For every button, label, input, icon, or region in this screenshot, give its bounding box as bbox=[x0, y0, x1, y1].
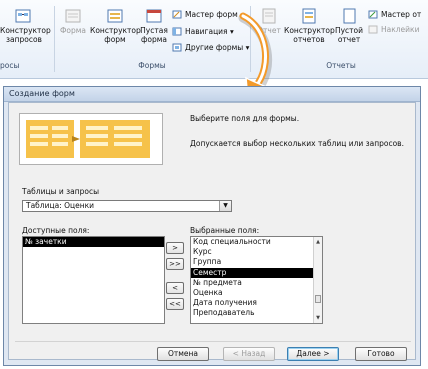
dialog-body: Выберите поля для формы. Допускается выб… bbox=[8, 102, 416, 361]
chevron-down-icon[interactable]: ▼ bbox=[219, 201, 231, 211]
wizard-illustration-icon bbox=[26, 120, 150, 158]
selected-field-item[interactable]: № предмета bbox=[191, 278, 322, 288]
more-forms-label: Другие формы bbox=[185, 43, 244, 52]
navigation-button[interactable]: Навигация ▾ bbox=[172, 27, 234, 37]
ribbon: Конструктор запросов росы Форма Конструк… bbox=[0, 0, 428, 79]
scroll-down-icon[interactable]: ▼ bbox=[314, 314, 322, 322]
button-row-divider bbox=[15, 341, 411, 342]
labels-button[interactable]: Наклейки bbox=[368, 25, 419, 35]
selected-fields-list[interactable]: Код специальности Курс Группа Семестр № пред… bbox=[190, 236, 323, 324]
available-fields-list[interactable]: № зачетки bbox=[22, 236, 165, 324]
query-designer-label: Конструктор запросов bbox=[0, 26, 51, 44]
tables-queries-value: Таблица: Оценки bbox=[26, 201, 95, 210]
blank-report-button[interactable]: Пустой отчет bbox=[334, 8, 364, 44]
tables-queries-label: Таблицы и запросы bbox=[22, 187, 100, 196]
form-button-label: Форма bbox=[59, 26, 87, 35]
add-field-button[interactable]: > bbox=[166, 242, 184, 254]
form-wizard-button[interactable]: Мастер форм bbox=[172, 10, 238, 20]
blank-form-icon bbox=[146, 9, 162, 23]
wizard-preview-image bbox=[19, 113, 163, 165]
reports-group-label: Отчеты bbox=[326, 61, 356, 70]
query-designer-button[interactable]: Конструктор запросов bbox=[0, 8, 51, 44]
report-wizard-button[interactable]: Мастер от bbox=[368, 10, 421, 20]
remove-all-fields-button[interactable]: << bbox=[166, 298, 184, 310]
queries-group-label: росы bbox=[0, 61, 20, 70]
navigation-icon bbox=[172, 27, 182, 36]
scrollbar-thumb[interactable] bbox=[315, 295, 321, 303]
form-wizard-icon bbox=[172, 10, 182, 19]
selected-fields-label: Выбранные поля: bbox=[190, 226, 260, 235]
cancel-button[interactable]: Отмена bbox=[157, 347, 209, 361]
tables-queries-select[interactable]: Таблица: Оценки ▼ bbox=[22, 200, 232, 212]
blank-report-icon bbox=[343, 8, 356, 24]
selected-field-item[interactable]: Код специальности bbox=[191, 237, 322, 247]
labels-icon bbox=[368, 25, 378, 34]
selected-field-item[interactable]: Группа bbox=[191, 257, 322, 267]
form-icon bbox=[65, 9, 81, 23]
back-button[interactable]: < Назад bbox=[223, 347, 275, 361]
scrollbar[interactable]: ▲ ▼ bbox=[313, 237, 322, 323]
blank-form-button[interactable]: Пустая форма bbox=[140, 8, 168, 44]
form-wizard-dialog: Создание форм Выберите поля для формы. Д… bbox=[3, 86, 421, 366]
navigation-label: Навигация bbox=[185, 27, 228, 36]
more-forms-icon bbox=[172, 43, 182, 52]
report-designer-label: Конструктор отчетов bbox=[284, 26, 335, 44]
selected-field-item[interactable]: Преподаватель bbox=[191, 308, 322, 318]
available-fields-label: Доступные поля: bbox=[22, 226, 90, 235]
wizard-hint-text: Допускается выбор нескольких таблиц или … bbox=[190, 139, 404, 148]
more-forms-button[interactable]: Другие формы ▾ bbox=[172, 43, 249, 53]
next-button[interactable]: Далее > bbox=[287, 347, 339, 361]
selected-field-item[interactable]: Семестр bbox=[191, 267, 322, 278]
report-button-label: Отчет bbox=[257, 26, 281, 35]
wizard-intro-text: Выберите поля для формы. bbox=[190, 114, 300, 123]
report-button[interactable]: Отчет bbox=[254, 8, 284, 35]
add-all-fields-button[interactable]: >> bbox=[166, 258, 184, 270]
available-field-item[interactable]: № зачетки bbox=[23, 237, 164, 248]
dialog-title: Создание форм bbox=[4, 87, 420, 102]
selected-field-item[interactable]: Оценка bbox=[191, 288, 322, 298]
report-designer-button[interactable]: Конструктор отчетов bbox=[284, 8, 335, 44]
form-designer-label: Конструктор форм bbox=[90, 26, 141, 44]
blank-form-label: Пустая форма bbox=[140, 26, 168, 44]
scroll-up-icon[interactable]: ▲ bbox=[314, 238, 322, 246]
ribbon-separator bbox=[54, 6, 55, 72]
report-icon bbox=[262, 8, 276, 24]
report-wizard-label: Мастер от bbox=[381, 10, 422, 19]
labels-label: Наклейки bbox=[381, 25, 420, 34]
report-designer-icon bbox=[302, 8, 316, 24]
chevron-down-icon: ▾ bbox=[227, 27, 234, 36]
selected-field-item[interactable]: Дата получения bbox=[191, 298, 322, 308]
forms-group-label: Формы bbox=[138, 61, 166, 70]
finish-button[interactable]: Готово bbox=[355, 347, 407, 361]
query-designer-icon bbox=[15, 9, 31, 23]
report-wizard-icon bbox=[368, 10, 378, 19]
form-designer-icon bbox=[107, 9, 123, 23]
selected-field-item[interactable]: Курс bbox=[191, 247, 322, 257]
ribbon-separator bbox=[250, 6, 251, 72]
chevron-down-icon: ▾ bbox=[243, 43, 250, 52]
form-wizard-label: Мастер форм bbox=[185, 10, 238, 19]
form-button[interactable]: Форма bbox=[58, 8, 88, 35]
remove-field-button[interactable]: < bbox=[166, 282, 184, 294]
blank-report-label: Пустой отчет bbox=[334, 26, 364, 44]
form-designer-button[interactable]: Конструктор форм bbox=[90, 8, 141, 44]
